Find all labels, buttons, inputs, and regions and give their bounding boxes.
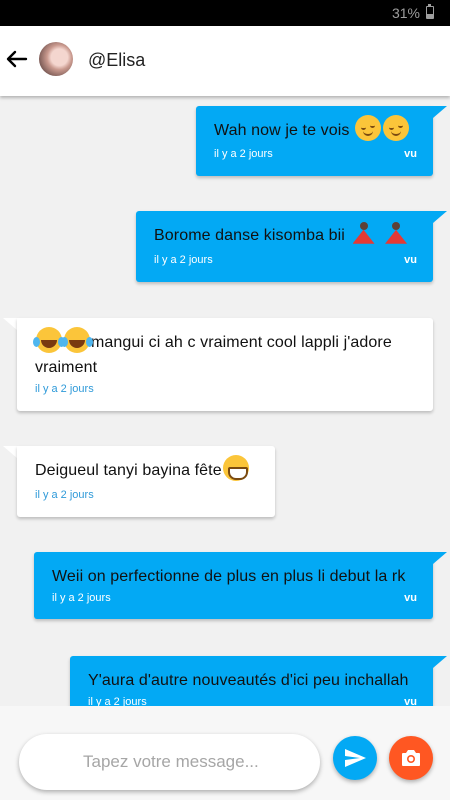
- message-bubble[interactable]: Weii on perfectionne de plus en plus li …: [34, 552, 447, 619]
- dancer-emoji: [383, 220, 409, 246]
- message-input-container[interactable]: [19, 734, 320, 790]
- message-time: il y a 2 jours: [35, 489, 94, 501]
- tears-of-joy-emoji: [61, 326, 90, 353]
- message-composer: [0, 706, 450, 800]
- message-bubble[interactable]: Y'aura d'autre nouveautés d'ici peu inch…: [70, 656, 447, 706]
- status-bar: 31%: [0, 0, 450, 26]
- tears-of-joy-emoji: [33, 326, 62, 353]
- relieved-face-emoji: [383, 114, 410, 141]
- seen-status: vu: [404, 696, 417, 706]
- dancer-emoji: [351, 220, 377, 246]
- message-time: il y a 2 jours: [154, 254, 213, 266]
- message-meta: il y a 2 jours vu: [88, 696, 417, 706]
- send-button[interactable]: [333, 736, 377, 780]
- message-bubble[interactable]: Wah now je te vois il y a 2 jours vu: [196, 106, 447, 176]
- battery-percent: 31%: [391, 5, 420, 21]
- message-text: Deigueul tanyi bayina fête: [35, 462, 222, 479]
- send-icon: [345, 749, 366, 767]
- camera-button[interactable]: [389, 736, 433, 780]
- message-meta: il y a 2 jours: [35, 489, 259, 501]
- avatar[interactable]: [39, 42, 73, 76]
- message-meta: il y a 2 jours vu: [214, 148, 417, 160]
- message-time: il y a 2 jours: [88, 696, 147, 706]
- message-time: il y a 2 jours: [35, 383, 94, 395]
- message-bubble[interactable]: mangui ci ah c vraiment cool lappli j'ad…: [3, 318, 433, 411]
- back-arrow-icon[interactable]: [4, 46, 30, 72]
- message-time: il y a 2 jours: [52, 592, 111, 604]
- message-bubble[interactable]: Deigueul tanyi bayina fête il y a 2 jour…: [3, 446, 275, 517]
- chat-header: @Elisa: [0, 26, 450, 96]
- camera-icon: [402, 750, 420, 766]
- message-list[interactable]: Wah now je te vois il y a 2 jours vu Bor…: [0, 96, 450, 706]
- message-text: Y'aura d'autre nouveautés d'ici peu inch…: [88, 672, 409, 689]
- seen-status: vu: [404, 148, 417, 160]
- grinning-face-emoji: [222, 454, 249, 481]
- message-input[interactable]: [39, 734, 299, 790]
- message-bubble[interactable]: Borome danse kisomba bii il y a 2 jours …: [136, 211, 447, 282]
- message-time: il y a 2 jours: [214, 148, 273, 160]
- seen-status: vu: [404, 592, 417, 604]
- message-meta: il y a 2 jours vu: [52, 592, 417, 604]
- battery-icon: [426, 4, 434, 19]
- relieved-face-emoji: [355, 114, 382, 141]
- message-meta: il y a 2 jours vu: [154, 254, 417, 266]
- seen-status: vu: [404, 254, 417, 266]
- message-meta: il y a 2 jours: [35, 383, 417, 395]
- message-text: Wah now je te vois: [214, 122, 350, 139]
- message-text: Weii on perfectionne de plus en plus li …: [52, 568, 406, 585]
- contact-name[interactable]: @Elisa: [88, 50, 145, 71]
- message-text: Borome danse kisomba bii: [154, 227, 345, 244]
